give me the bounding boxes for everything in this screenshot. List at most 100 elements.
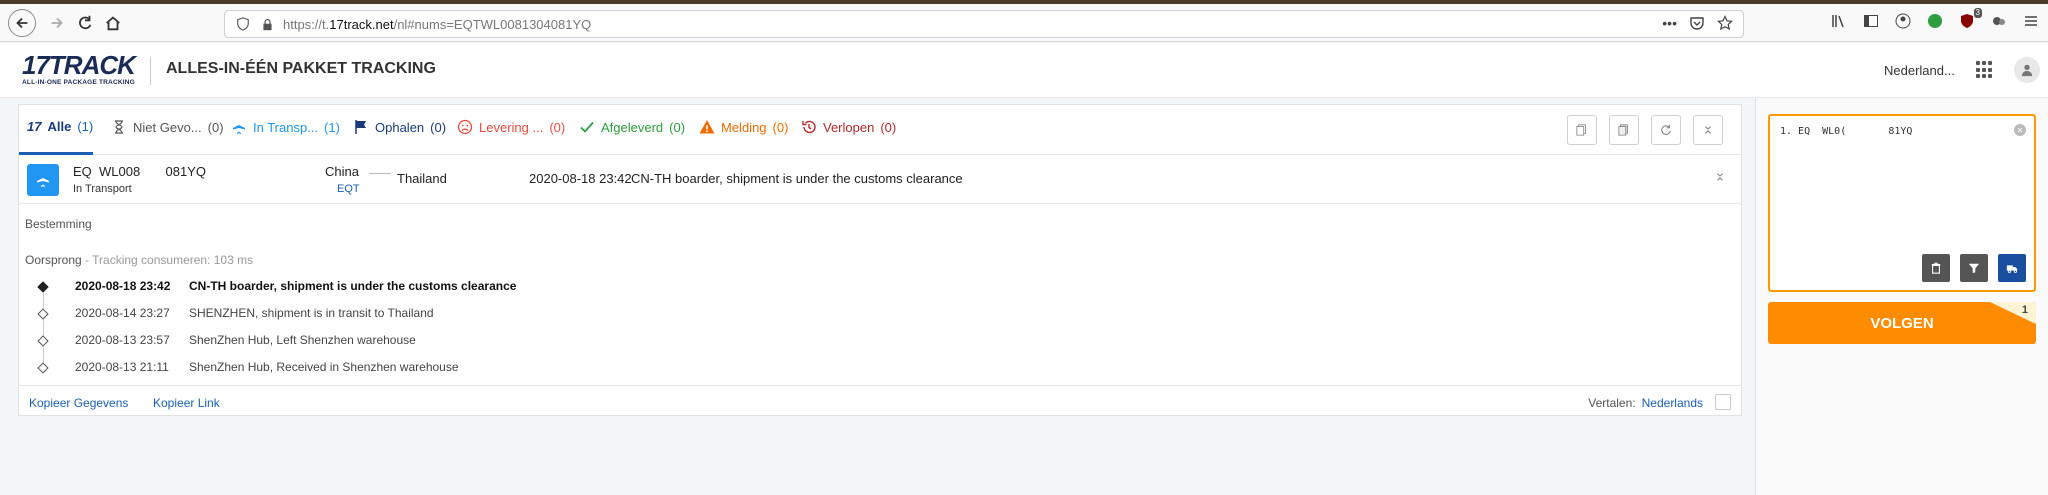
collapse-icon — [1705, 126, 1711, 134]
refresh-icon — [1661, 124, 1671, 135]
language-selector[interactable]: Nederland... — [1884, 63, 1955, 78]
event-description: SHENZHEN, shipment is in transit to Thai… — [189, 306, 434, 320]
result-tools — [1567, 115, 1723, 145]
tab-expired[interactable]: Verlopen (0) — [801, 119, 896, 135]
tab-delivered[interactable]: Afgeleverd (0) — [579, 119, 685, 135]
logo-tagline: ALL-IN-ONE PACKAGE TRACKING — [22, 79, 135, 86]
account-icon[interactable] — [1894, 12, 1912, 30]
extension-puzzle-icon[interactable] — [1990, 12, 2008, 30]
diamond-outline-icon — [37, 308, 49, 320]
user-avatar-icon[interactable] — [2014, 57, 2040, 83]
menu-icon[interactable] — [2022, 12, 2040, 30]
truck-icon — [2006, 265, 2018, 273]
extension-badge: 3 — [1973, 8, 1982, 18]
back-button[interactable] — [8, 9, 36, 37]
tab-in-transit[interactable]: In Transp... (1) — [231, 119, 340, 135]
extension-green-icon[interactable] — [1926, 12, 1944, 30]
collapse-all-button[interactable] — [1693, 115, 1723, 145]
trash-icon — [1931, 262, 1941, 274]
tab-label: Levering ... — [479, 119, 544, 135]
sidebar-icon[interactable] — [1862, 12, 1880, 30]
sad-face-icon — [457, 119, 473, 135]
history-icon — [802, 120, 816, 134]
address-bar[interactable]: https://t. 17track.net/nl#nums=EQTWL00813… — [224, 10, 1744, 38]
shipment-row[interactable]: EQ WL008 081YQ In Transport China EQT Th… — [19, 156, 1741, 204]
carrier-link[interactable]: EQT — [337, 183, 360, 195]
tab-count: (1) — [324, 119, 340, 135]
copy-link-link[interactable]: Kopieer Link — [153, 396, 220, 410]
refresh-button[interactable] — [1651, 115, 1681, 145]
lock-icon — [259, 16, 275, 32]
clear-input-icon[interactable]: ✕ — [2014, 124, 2026, 136]
tracking-time-note: - Tracking consumeren: 103 ms — [81, 253, 254, 267]
latest-event-time: 2020-08-18 23:42 — [529, 171, 632, 186]
documents-icon — [1618, 124, 1628, 136]
carrier-select-button[interactable] — [1998, 254, 2026, 282]
site-logo[interactable]: 17TRACK ALL-IN-ONE PACKAGE TRACKING — [22, 51, 140, 91]
event-description: ShenZhen Hub, Received in Shenzhen wareh… — [189, 360, 459, 374]
delete-button[interactable] — [1922, 254, 1950, 282]
follow-button-label: VOLGEN — [1870, 314, 1934, 332]
tab-not-found[interactable]: Niet Gevo... (0) — [111, 119, 224, 135]
diamond-outline-icon — [37, 335, 49, 347]
active-tab-indicator — [19, 152, 93, 155]
copy-all-button[interactable] — [1567, 115, 1597, 145]
translate-language-select[interactable]: Nederlands — [1642, 396, 1703, 410]
filter-icon — [1968, 263, 1980, 274]
diamond-filled-icon — [37, 281, 49, 293]
collapse-row-icon[interactable] — [1715, 172, 1725, 185]
copy-details-button[interactable] — [1609, 115, 1639, 145]
bookmark-star-icon[interactable] — [1717, 15, 1733, 34]
origin-label-text: Oorsprong — [25, 253, 82, 267]
browser-extensions: 3 — [1830, 8, 2040, 30]
input-text: 1. EQ WL0( 81YQ — [1780, 126, 1913, 137]
airplane-icon — [233, 120, 245, 134]
reload-button[interactable] — [72, 10, 98, 36]
filter-button[interactable] — [1960, 254, 1988, 282]
page-actions-button[interactable]: ••• — [1662, 15, 1677, 34]
timeline-event: 2020-08-14 23:27 SHENZHEN, shipment is i… — [19, 306, 1741, 326]
tab-label: Alle — [47, 119, 72, 134]
follow-button[interactable]: VOLGEN 1 — [1768, 302, 2036, 344]
tab-pickup[interactable]: Ophalen (0) — [353, 119, 446, 135]
translate-label: Vertalen: — [1588, 396, 1636, 410]
status-tabs: 17 Alle (1) Niet Gevo... (0) In Transp... (… — [19, 105, 1741, 155]
diamond-outline-icon — [37, 362, 49, 374]
timeline-event: 2020-08-18 23:42 CN-TH boarder, shipment… — [19, 279, 1741, 299]
tab-count: (1) — [77, 119, 94, 134]
tracking-number-input[interactable]: 1. EQ WL0( 81YQ ✕ — [1768, 114, 2036, 292]
apps-grid-icon[interactable] — [1976, 61, 1994, 79]
translate-checkbox[interactable] — [1715, 394, 1731, 410]
tab-all[interactable]: 17 Alle (1) — [27, 119, 93, 134]
hourglass-icon — [115, 120, 123, 134]
tab-count: (0) — [880, 119, 897, 135]
site-header: 17TRACK ALL-IN-ONE PACKAGE TRACKING ALLE… — [0, 43, 2048, 98]
tab-count: (0) — [207, 119, 224, 135]
url-host: 17track.net — [329, 16, 394, 32]
result-footer: Kopieer Gegevens Kopieer Link Vertalen: N… — [19, 385, 1741, 417]
ublock-icon[interactable]: 3 — [1958, 8, 1982, 30]
home-button[interactable] — [100, 10, 126, 36]
event-time: 2020-08-13 23:57 — [75, 333, 170, 347]
url-path: /nl#nums=EQTWL0081304081YQ — [393, 16, 592, 32]
forward-button[interactable] — [44, 10, 70, 36]
tab-label: In Transp... — [253, 119, 319, 135]
tab-label: Afgeleverd — [601, 119, 664, 135]
arrow-left-icon — [16, 17, 28, 29]
warning-icon — [699, 120, 715, 134]
copy-details-link[interactable]: Kopieer Gegevens — [29, 396, 128, 410]
translate-control: Vertalen: Nederlands — [1588, 396, 1703, 410]
sidebar-divider — [1755, 98, 1756, 495]
tracking-results-panel: 17 Alle (1) Niet Gevo... (0) In Transp... (… — [18, 104, 1742, 416]
tab-undelivered[interactable]: Levering ... (0) — [457, 119, 565, 135]
tracking-number: EQ WL008 081YQ — [73, 164, 206, 179]
header-divider — [150, 57, 151, 85]
tab-alert[interactable]: Melding (0) — [699, 119, 788, 135]
tab-label: Melding — [721, 119, 767, 135]
tab-label: Ophalen — [375, 119, 425, 135]
tab-count: (0) — [430, 119, 447, 135]
pocket-icon[interactable] — [1689, 15, 1705, 34]
tab-label: Verlopen — [823, 119, 875, 135]
library-icon[interactable] — [1830, 12, 1848, 30]
event-time: 2020-08-13 21:11 — [75, 360, 169, 374]
